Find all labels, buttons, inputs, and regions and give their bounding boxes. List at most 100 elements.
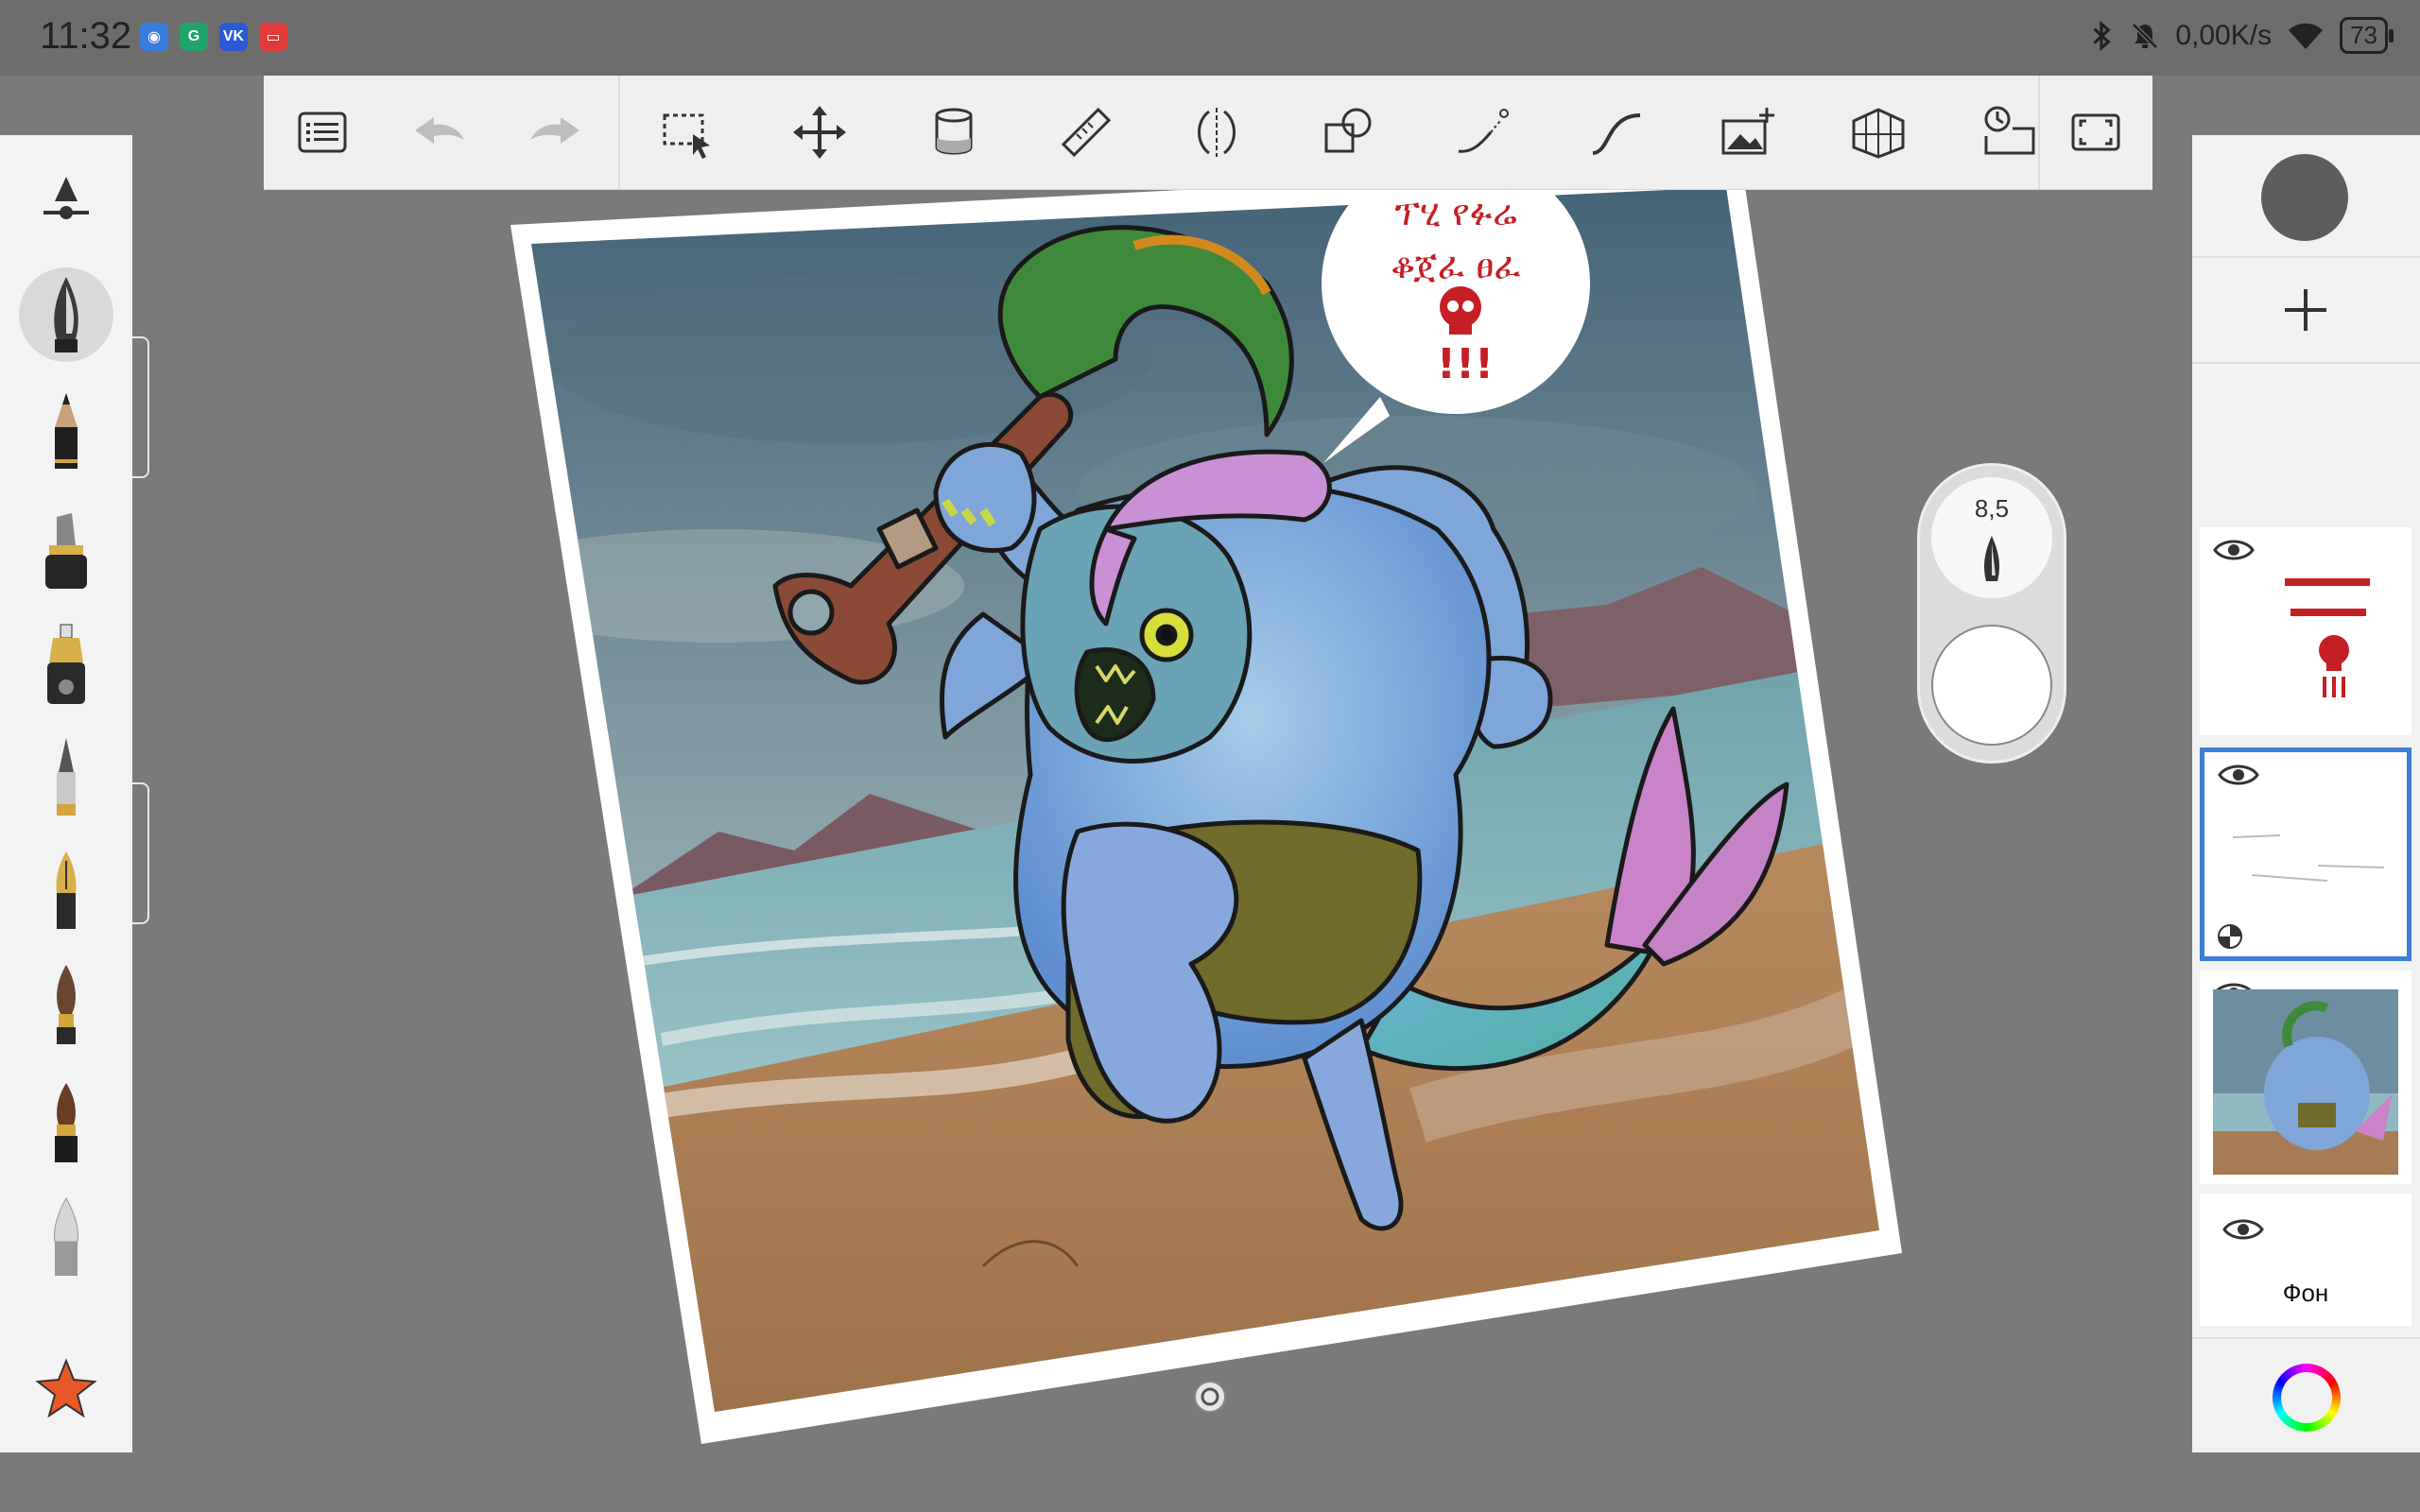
brush-puck[interactable]: 8,5 <box>1917 463 2066 764</box>
ink-brush-icon <box>55 1083 78 1162</box>
shapes-icon <box>1324 108 1372 153</box>
palette-expand-tab[interactable] <box>132 336 149 478</box>
background-layer-label: Фон <box>2282 1279 2329 1307</box>
illustration <box>531 187 1879 1412</box>
ink-pen-nib-icon <box>54 277 78 352</box>
perspective-button[interactable] <box>1841 94 1916 170</box>
fountain-pen-brush[interactable] <box>19 844 113 938</box>
brush-settings-button[interactable] <box>19 154 113 249</box>
undo-button[interactable] <box>402 94 477 170</box>
fullscreen-button[interactable] <box>2058 94 2134 170</box>
redo-icon <box>530 117 579 144</box>
notification-icons: ◉ G VK ▭ <box>140 23 287 51</box>
layer-sketch[interactable] <box>2200 747 2411 961</box>
watercolor-brush-icon <box>57 965 76 1044</box>
layers-panel: Фон <box>2192 135 2420 1452</box>
brush-opacity-control[interactable] <box>1931 625 2052 746</box>
move-arrows-icon <box>793 106 846 159</box>
fill-button[interactable] <box>916 94 992 170</box>
stroke-icon <box>1458 109 1509 153</box>
stroke-button[interactable] <box>1445 94 1521 170</box>
green-app-icon: G <box>180 23 208 51</box>
time-lapse-icon <box>1984 106 2035 155</box>
brush-size-control[interactable]: 8,5 <box>1931 477 2052 598</box>
bluetooth-icon <box>2093 20 2112 51</box>
canvas-rotate-icon[interactable] <box>1193 1380 1227 1414</box>
airbrush-icon <box>47 624 85 704</box>
marker-icon <box>45 513 87 589</box>
bucket-icon <box>935 108 973 155</box>
selection-button[interactable] <box>649 94 725 170</box>
star-icon <box>35 1358 97 1418</box>
panel-divider <box>2192 362 2420 364</box>
inking-pen-brush[interactable] <box>19 267 113 362</box>
pen-nib-icon <box>1984 536 1999 581</box>
speech-bubble: ፕሂ የፉሬ ቆጀፈ ፀፈ !!! <box>1322 153 1590 463</box>
curve-button[interactable] <box>1578 94 1653 170</box>
toolbar-separator <box>618 76 620 189</box>
fountain-pen-icon <box>56 851 77 929</box>
ruler-button[interactable] <box>1048 94 1124 170</box>
layer-background[interactable]: Фон <box>2200 1194 2411 1326</box>
brush-palette <box>0 135 132 1452</box>
perspective-grid-icon <box>1852 108 1905 159</box>
sketch-layer-thumbnail <box>2232 834 2385 882</box>
eye-icon[interactable] <box>2218 762 2259 788</box>
paint-brush[interactable] <box>19 730 113 825</box>
status-right: 0,00K/s 73 <box>2090 17 2394 54</box>
favorites-button[interactable] <box>19 1340 113 1435</box>
browser-app-icon: ◉ <box>140 23 168 51</box>
fish-creature <box>772 225 1789 1231</box>
selection-icon <box>663 113 710 159</box>
toolbar-separator <box>2038 76 2040 189</box>
add-image-icon <box>1721 108 1774 155</box>
top-toolbar <box>264 76 2152 190</box>
bubble-text-line2: ቆጀፈ ፀፈ <box>1391 245 1521 286</box>
palette-expand-tab[interactable] <box>132 782 149 924</box>
symmetry-button[interactable] <box>1179 94 1254 170</box>
panel-divider <box>2192 256 2420 258</box>
ink-brush[interactable] <box>19 1075 113 1170</box>
mute-icon <box>2132 22 2159 49</box>
speech-layer-thumbnail <box>2285 578 2370 697</box>
layer-speech[interactable] <box>2200 527 2411 735</box>
transform-button[interactable] <box>782 94 857 170</box>
canvas-area[interactable]: ፕሂ የፉሬ ቆጀፈ ፀፈ !!! <box>0 0 2420 1512</box>
marker-brush[interactable] <box>19 504 113 598</box>
paper-frame <box>510 161 1902 1444</box>
eye-icon[interactable] <box>2222 1216 2264 1243</box>
insert-image-button[interactable] <box>1710 94 1786 170</box>
color-wheel-button[interactable] <box>2273 1364 2341 1432</box>
pencil-icon <box>55 393 78 469</box>
redo-button[interactable] <box>517 94 593 170</box>
add-layer-button[interactable] <box>2268 272 2343 348</box>
pencil-brush[interactable] <box>19 386 113 480</box>
brush-size-value: 8,5 <box>1974 494 2010 523</box>
curve-icon <box>1592 113 1641 155</box>
alpha-lock-icon[interactable] <box>2216 922 2244 951</box>
layer-painting[interactable] <box>2200 971 2411 1184</box>
skull-icon <box>1440 286 1481 335</box>
ruler-icon <box>1061 107 1112 158</box>
wifi-icon <box>2289 23 2324 49</box>
vk-app-icon: VK <box>219 23 248 51</box>
eye-icon[interactable] <box>2213 537 2255 563</box>
current-color-swatch[interactable] <box>2261 154 2348 241</box>
undo-icon <box>415 117 464 144</box>
shapes-button[interactable] <box>1311 94 1387 170</box>
eraser-brush[interactable] <box>19 1189 113 1283</box>
round-brush[interactable] <box>19 957 113 1052</box>
plus-icon <box>2285 289 2326 331</box>
list-icon <box>298 112 347 153</box>
airbrush-brush[interactable] <box>19 617 113 712</box>
eraser-tip-icon <box>54 1196 78 1276</box>
time-lapse-button[interactable] <box>1971 94 2047 170</box>
symmetry-icon <box>1198 108 1236 157</box>
menu-button[interactable] <box>285 94 360 170</box>
clock: 11:32 <box>40 15 132 57</box>
artwork-canvas[interactable]: ፕሂ የፉሬ ቆጀፈ ፀፈ !!! <box>0 0 2420 1512</box>
battery-indicator: 73 <box>2340 17 2394 54</box>
bubble-exclaim: !!! <box>1437 340 1494 388</box>
status-bar: 11:32 ◉ G VK ▭ 0,00K/s 73 <box>0 0 2420 76</box>
brush-settings-icon <box>43 177 89 219</box>
